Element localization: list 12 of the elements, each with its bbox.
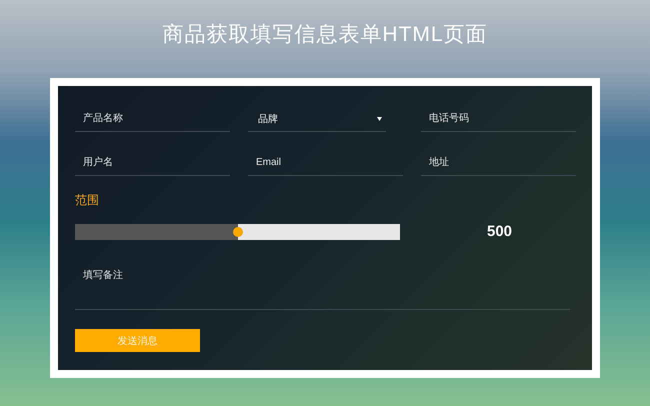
input-field[interactable]: 地址 (421, 150, 576, 176)
input-field[interactable]: 电话号码 (421, 106, 576, 132)
caret-icon (377, 116, 382, 120)
input-field[interactable]: 用户名 (75, 150, 230, 176)
input-field[interactable]: Email (248, 150, 403, 176)
brand-select[interactable]: 品牌 (248, 106, 386, 132)
input-field[interactable]: 产品名称 (75, 106, 230, 132)
range-slider[interactable] (75, 224, 400, 240)
notes-field[interactable]: 填写备注 (75, 262, 570, 310)
range-label: 范围 (75, 192, 100, 209)
page-title: 商品获取填写信息表单HTML页面 (162, 22, 488, 48)
range-value: 500 (487, 223, 512, 240)
